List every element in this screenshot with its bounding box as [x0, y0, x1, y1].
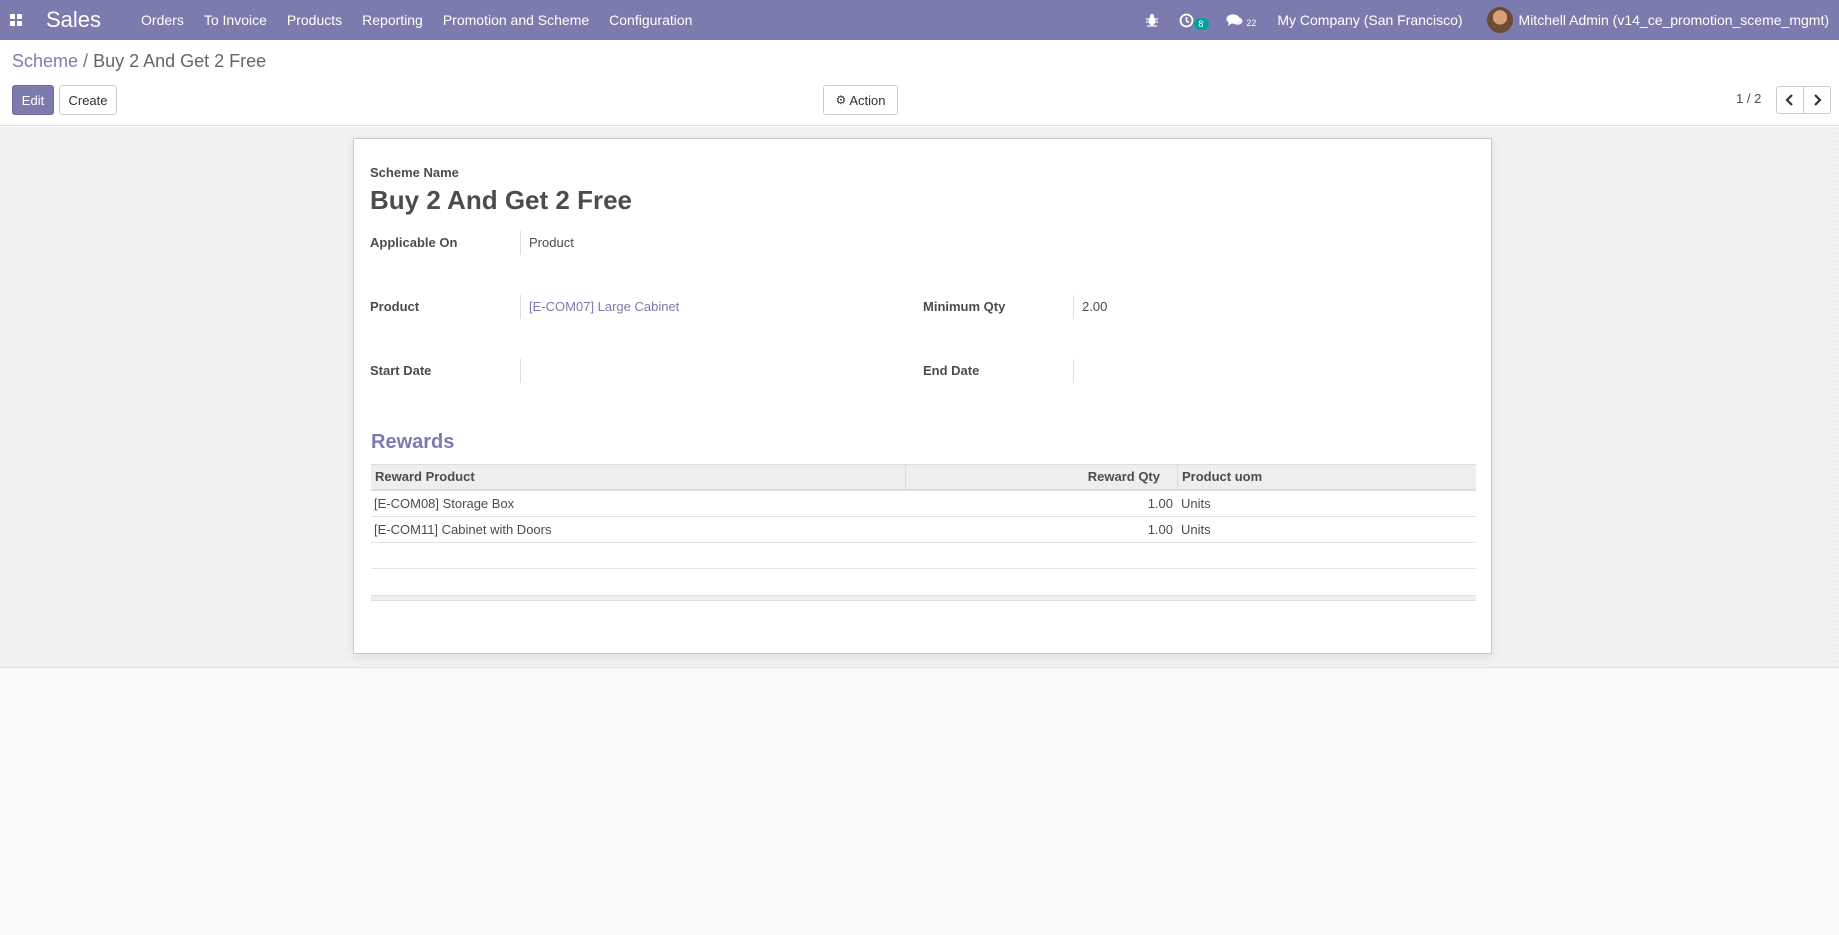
menu-products[interactable]: Products	[277, 0, 352, 40]
cell-product-uom: Units	[1181, 496, 1211, 511]
control-panel: Scheme / Buy 2 And Get 2 Free Edit Create …	[0, 40, 1839, 126]
minimum-qty-label: Minimum Qty	[923, 299, 1006, 314]
breadcrumb-scheme[interactable]: Scheme	[12, 51, 78, 71]
minimum-qty-value: 2.00	[1082, 299, 1108, 314]
field-divider	[520, 231, 521, 255]
cell-reward-qty: 1.00	[1147, 522, 1173, 537]
messages-badge: 22	[1246, 18, 1257, 28]
gear-icon: ⚙	[835, 93, 847, 107]
top-navbar: Sales Orders To Invoice Products Reporti…	[0, 0, 1839, 40]
activity-clock-icon[interactable]: 8	[1169, 13, 1216, 30]
cell-reward-product: [E-COM08] Storage Box	[374, 496, 515, 511]
edit-button[interactable]: Edit	[12, 85, 54, 115]
apps-menu-icon[interactable]	[3, 4, 29, 36]
field-divider	[1073, 359, 1074, 383]
applicable-on-label: Applicable On	[370, 235, 458, 250]
debug-bug-icon[interactable]	[1135, 13, 1169, 27]
column-product-uom[interactable]: Product uom	[1178, 465, 1476, 489]
empty-row	[371, 543, 1476, 569]
user-avatar	[1486, 7, 1513, 33]
rewards-table-header: Reward Product Reward Qty Product uom	[371, 464, 1476, 491]
breadcrumb-separator: /	[83, 51, 89, 71]
chevron-right-icon	[1814, 94, 1822, 106]
product-label: Product	[370, 299, 420, 314]
breadcrumb-current: Buy 2 And Get 2 Free	[93, 51, 267, 71]
applicable-on-value: Product	[529, 235, 574, 250]
pager-previous-button[interactable]	[1776, 86, 1804, 114]
column-reward-product[interactable]: Reward Product	[371, 465, 906, 489]
column-reward-qty[interactable]: Reward Qty	[906, 465, 1178, 489]
scheme-name-value: Buy 2 And Get 2 Free	[370, 185, 632, 215]
main-menu: Orders To Invoice Products Reporting Pro…	[131, 0, 702, 40]
menu-reporting[interactable]: Reporting	[352, 0, 433, 40]
product-link[interactable]: [E-COM07] Large Cabinet	[529, 299, 679, 314]
chevron-left-icon	[1785, 94, 1793, 106]
menu-orders[interactable]: Orders	[131, 0, 194, 40]
cell-reward-product: [E-COM11] Cabinet with Doors	[374, 522, 552, 537]
rewards-table: Reward Product Reward Qty Product uom [E…	[371, 464, 1476, 601]
company-switcher[interactable]: My Company (San Francisco)	[1267, 12, 1472, 28]
scheme-name-label: Scheme Name	[370, 165, 459, 180]
create-button[interactable]: Create	[59, 85, 117, 115]
app-name[interactable]: Sales	[46, 7, 101, 33]
user-name: Mitchell Admin (v14_ce_promotion_sceme_m…	[1518, 12, 1829, 28]
menu-configuration[interactable]: Configuration	[599, 0, 702, 40]
field-divider	[520, 359, 521, 383]
breadcrumb: Scheme / Buy 2 And Get 2 Free	[12, 51, 266, 72]
end-date-label: End Date	[923, 363, 980, 378]
table-footer	[371, 595, 1476, 601]
start-date-label: Start Date	[370, 363, 432, 378]
menu-promotion-and-scheme[interactable]: Promotion and Scheme	[433, 0, 599, 40]
messages-comments-icon[interactable]: 22	[1216, 13, 1267, 28]
field-divider	[520, 295, 521, 319]
action-label: Action	[849, 92, 886, 108]
activity-badge: 8	[1194, 17, 1210, 30]
rewards-section-title: Rewards	[371, 431, 455, 453]
action-button[interactable]: ⚙ Action	[823, 85, 898, 115]
table-row[interactable]: [E-COM08] Storage Box 1.00 Units	[371, 491, 1476, 517]
cell-product-uom: Units	[1181, 522, 1211, 537]
user-menu[interactable]: Mitchell Admin (v14_ce_promotion_sceme_m…	[1473, 7, 1839, 33]
table-row[interactable]: [E-COM11] Cabinet with Doors 1.00 Units	[371, 517, 1476, 543]
pager-next-button[interactable]	[1803, 86, 1831, 114]
cell-reward-qty: 1.00	[1147, 496, 1173, 511]
pager-value[interactable]: 1 / 2	[1736, 91, 1761, 106]
field-divider	[1073, 295, 1074, 319]
menu-to-invoice[interactable]: To Invoice	[194, 0, 277, 40]
form-view: Scheme Name Buy 2 And Get 2 Free Applica…	[0, 127, 1839, 668]
form-sheet: Scheme Name Buy 2 And Get 2 Free Applica…	[353, 138, 1492, 654]
systray: 8 22 My Company (San Francisco) Mitchell…	[1135, 0, 1839, 40]
